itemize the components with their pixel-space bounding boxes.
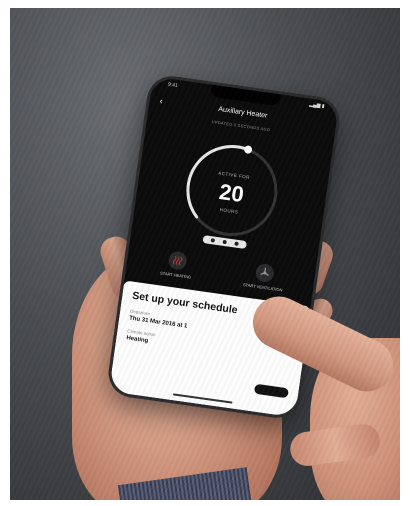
phone-notch [209,84,281,107]
fan-icon [254,262,275,284]
heating-icon [167,250,188,271]
status-time: 9:41 [167,81,179,89]
status-indicators: ▂▄▆ ▮ [308,101,325,110]
start-ventilation-button[interactable]: START VENTILATION [233,260,296,294]
start-heating-label: START HEATING [159,270,192,280]
start-ventilation-label: START VENTILATION [242,282,283,293]
smartphone: 9:41 ▂▄▆ ▮ ‹ Auxiliary Heater UPDATED 9 … [108,76,340,418]
dial-handle[interactable] [244,145,253,154]
start-heating-button[interactable]: START HEATING [146,248,209,282]
schedule-confirm-button[interactable] [253,383,289,399]
photo-scene: 9:41 ▂▄▆ ▮ ‹ Auxiliary Heater UPDATED 9 … [10,8,400,500]
